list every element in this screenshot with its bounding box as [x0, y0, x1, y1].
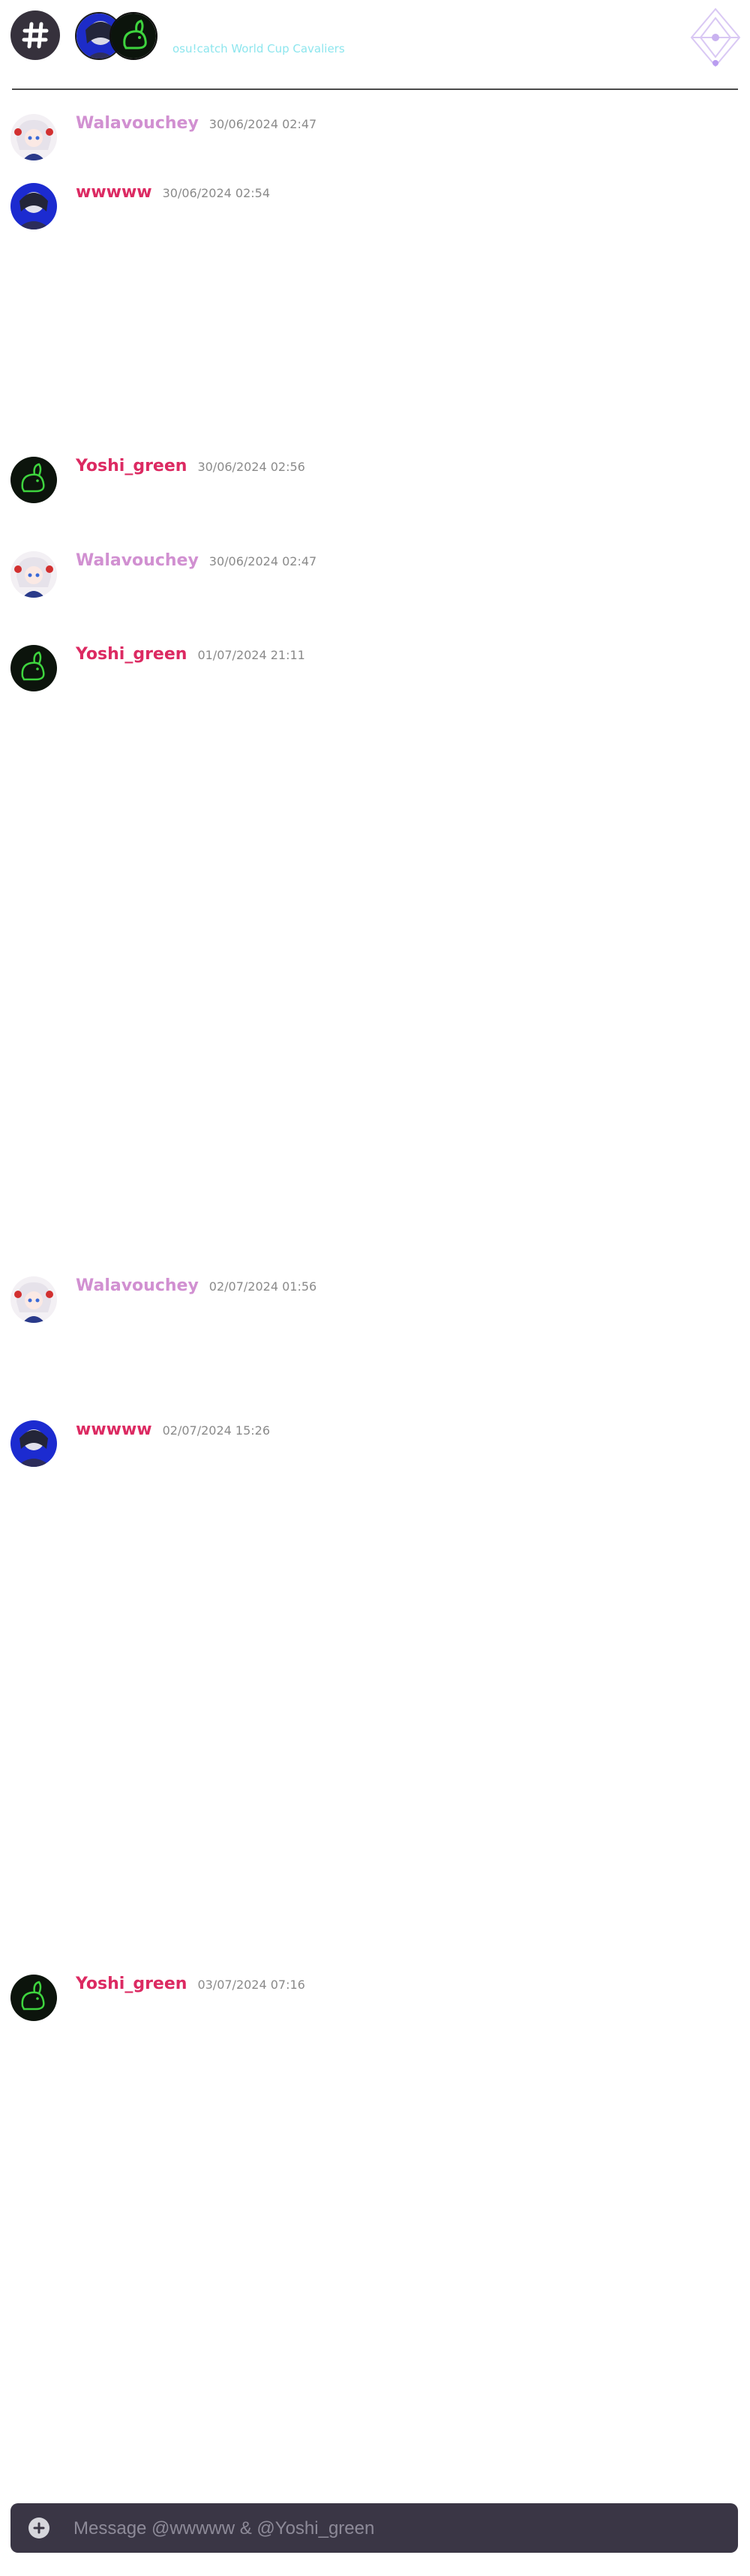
dm-subtitle: osu!catch World Cup Cavaliers: [172, 42, 345, 55]
message: wwwww 02/07/2024 15:26: [10, 1420, 730, 1473]
message: Walavouchey 30/06/2024 02:47: [10, 114, 730, 166]
message: Yoshi_green 03/07/2024 07:16: [10, 1975, 730, 2027]
green-rabbit-avatar[interactable]: [10, 1975, 57, 2021]
white-haired-girl-avatar[interactable]: [10, 551, 57, 598]
dm-header: osu!catch World Cup Cavaliers: [0, 0, 750, 88]
timestamp: 30/06/2024 02:47: [208, 554, 317, 568]
green-rabbit-avatar[interactable]: [10, 645, 57, 691]
username[interactable]: Yoshi_green: [76, 1975, 187, 1993]
username[interactable]: wwwww: [76, 183, 152, 202]
plus-circle-icon[interactable]: [28, 2518, 50, 2539]
timestamp: 30/06/2024 02:47: [208, 117, 317, 131]
message-composer[interactable]: Message @wwwww & @Yoshi_green: [10, 2503, 738, 2553]
message-header: wwwww 30/06/2024 02:54: [76, 183, 270, 207]
timestamp: 30/06/2024 02:54: [162, 186, 271, 200]
message: wwwww 30/06/2024 02:54: [10, 183, 730, 235]
timestamp: 02/07/2024 01:56: [208, 1279, 317, 1294]
group-avatar-stack[interactable]: [75, 12, 159, 61]
message: Yoshi_green 30/06/2024 02:56: [10, 457, 730, 509]
timestamp: 01/07/2024 21:11: [197, 648, 305, 662]
dark-haired-anime-avatar[interactable]: [10, 183, 57, 229]
green-rabbit-avatar[interactable]: [10, 457, 57, 503]
username[interactable]: Yoshi_green: [76, 457, 187, 475]
white-haired-girl-avatar[interactable]: [10, 114, 57, 160]
diamond-crest-icon: [688, 6, 742, 69]
message-header: Yoshi_green 03/07/2024 07:16: [76, 1975, 305, 1999]
message-header: wwwww 02/07/2024 15:26: [76, 1420, 270, 1444]
message: Walavouchey 02/07/2024 01:56: [10, 1276, 730, 1329]
white-haired-girl-avatar[interactable]: [10, 1276, 57, 1323]
message-header: Yoshi_green 01/07/2024 21:11: [76, 645, 305, 669]
green-rabbit-avatar: [110, 12, 158, 60]
timestamp: 30/06/2024 02:56: [197, 460, 305, 474]
username[interactable]: Walavouchey: [76, 1276, 199, 1295]
username[interactable]: Walavouchey: [76, 114, 199, 133]
message: Walavouchey 30/06/2024 02:47: [10, 551, 730, 604]
timestamp: 02/07/2024 15:26: [162, 1423, 271, 1438]
message-header: Walavouchey 02/07/2024 01:56: [76, 1276, 316, 1300]
message: Yoshi_green 01/07/2024 21:11: [10, 645, 730, 697]
header-divider: [12, 88, 738, 90]
timestamp: 03/07/2024 07:16: [197, 1978, 305, 1992]
message-input[interactable]: Message @wwwww & @Yoshi_green: [74, 2518, 374, 2539]
hash-icon[interactable]: [10, 10, 60, 60]
username[interactable]: Yoshi_green: [76, 645, 187, 664]
username[interactable]: wwwww: [76, 1420, 152, 1439]
message-header: Walavouchey 30/06/2024 02:47: [76, 114, 316, 138]
message-header: Walavouchey 30/06/2024 02:47: [76, 551, 316, 575]
username[interactable]: Walavouchey: [76, 551, 199, 570]
message-header: Yoshi_green 30/06/2024 02:56: [76, 457, 305, 481]
dark-haired-anime-avatar[interactable]: [10, 1420, 57, 1467]
